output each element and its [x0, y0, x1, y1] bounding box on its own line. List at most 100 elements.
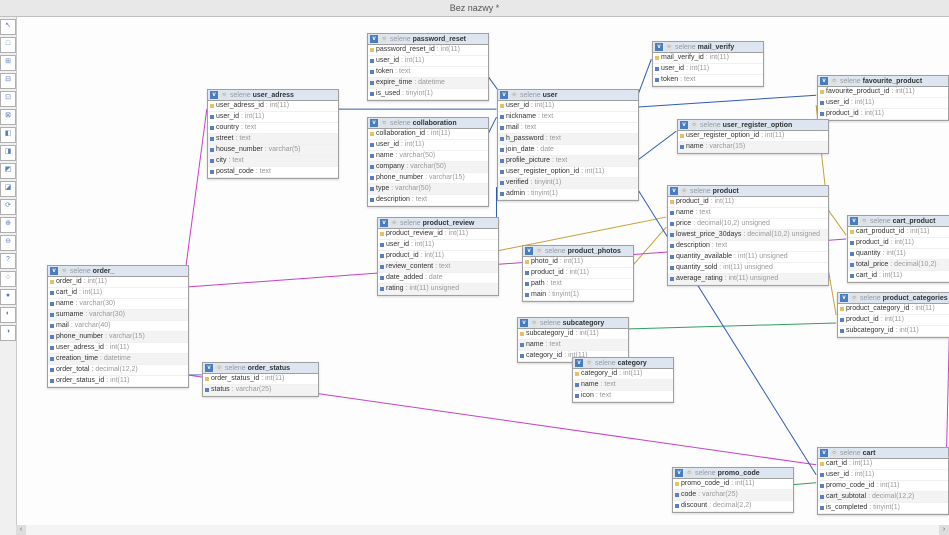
- column-user_id[interactable]: user_id : int(11): [818, 98, 948, 109]
- toolbar-button-10[interactable]: ⟳: [0, 199, 16, 215]
- toolbar-button-2[interactable]: ⊞: [0, 55, 16, 71]
- column-product_id[interactable]: product_id : int(11): [838, 315, 949, 326]
- column-product_id[interactable]: product_id : int(11): [818, 109, 948, 120]
- table-header[interactable]: v○ selene user: [498, 90, 638, 101]
- column-phone_number[interactable]: phone_number : varchar(15): [48, 332, 188, 343]
- column-token[interactable]: token : text: [368, 67, 488, 78]
- column-verified[interactable]: verified : tinyint(1): [498, 178, 638, 189]
- column-profile_picture[interactable]: profile_picture : text: [498, 156, 638, 167]
- column-user_id[interactable]: user_id : int(11): [378, 240, 498, 251]
- option-icon[interactable]: ○: [390, 219, 398, 227]
- toolbar-button-8[interactable]: ◩: [0, 163, 16, 179]
- column-promo_code_id[interactable]: promo_code_id : int(11): [673, 479, 793, 490]
- table-order_status[interactable]: v○ selene order_statusorder_status_id : …: [202, 362, 319, 397]
- column-product_id[interactable]: product_id : int(11): [523, 268, 633, 279]
- table-product_review[interactable]: v○ selene product_reviewproduct_review_i…: [377, 217, 499, 296]
- column-cart_id[interactable]: cart_id : int(11): [48, 288, 188, 299]
- table-header[interactable]: v○ selene promo_code: [673, 468, 793, 479]
- column-user_id[interactable]: user_id : int(11): [368, 140, 488, 151]
- toolbar-button-17[interactable]: ◑: [0, 325, 16, 341]
- column-password_reset_id[interactable]: password_reset_id : int(11): [368, 45, 488, 56]
- table-mail_verify[interactable]: v○ selene mail_verifymail_verify_id : in…: [652, 41, 764, 87]
- column-street[interactable]: street : text: [208, 134, 338, 145]
- table-user_adress[interactable]: v○ selene user_adressuser_adress_id : in…: [207, 89, 339, 179]
- option-icon[interactable]: ○: [860, 217, 868, 225]
- column-review_content[interactable]: review_content : text: [378, 262, 498, 273]
- column-mail[interactable]: mail : varchar(40): [48, 321, 188, 332]
- column-company[interactable]: company : varchar(50): [368, 162, 488, 173]
- column-is_completed[interactable]: is_completed : tinyint(1): [818, 503, 948, 514]
- column-user_register_option_id[interactable]: user_register_option_id : int(11): [498, 167, 638, 178]
- column-price[interactable]: price : decimal(10,2) unsigned: [668, 219, 828, 230]
- column-h_password[interactable]: h_password : text: [498, 134, 638, 145]
- column-promo_code_id[interactable]: promo_code_id : int(11): [818, 481, 948, 492]
- table-header[interactable]: v○ selene collaboration: [368, 118, 488, 129]
- table-order_[interactable]: v○ selene order_order_id : int(11)cart_i…: [47, 265, 189, 388]
- option-icon[interactable]: ○: [510, 91, 518, 99]
- option-icon[interactable]: ○: [680, 187, 688, 195]
- toolbar-button-3[interactable]: ⊟: [0, 73, 16, 89]
- option-icon[interactable]: ○: [60, 267, 68, 275]
- column-expire_time[interactable]: expire_time : datetime: [368, 78, 488, 89]
- toolbar-button-1[interactable]: □: [0, 37, 16, 53]
- column-cart_product_id[interactable]: cart_product_id : int(11): [848, 227, 949, 238]
- column-description[interactable]: description : text: [668, 241, 828, 252]
- column-order_status_id[interactable]: order_status_id : int(11): [203, 374, 318, 385]
- column-subcategory_id[interactable]: subcategory_id : int(11): [838, 326, 949, 337]
- toolbar-button-11[interactable]: ⊕: [0, 217, 16, 233]
- column-user_id[interactable]: user_id : int(11): [368, 56, 488, 67]
- option-icon[interactable]: ○: [685, 469, 693, 477]
- column-product_id[interactable]: product_id : int(11): [848, 238, 949, 249]
- option-icon[interactable]: ○: [850, 294, 858, 302]
- column-quantity_available[interactable]: quantity_available : int(11) unsigned: [668, 252, 828, 263]
- column-name[interactable]: name : text: [668, 208, 828, 219]
- toolbar-button-9[interactable]: ◪: [0, 181, 16, 197]
- column-cart_id[interactable]: cart_id : int(11): [848, 271, 949, 282]
- option-icon[interactable]: ○: [530, 319, 538, 327]
- column-user_id[interactable]: user_id : int(11): [498, 101, 638, 112]
- table-header[interactable]: v○ selene product_categories: [838, 293, 949, 304]
- column-surname[interactable]: surname : varchar(30): [48, 310, 188, 321]
- column-description[interactable]: description : text: [368, 195, 488, 206]
- column-quantity_sold[interactable]: quantity_sold : int(11) unsigned: [668, 263, 828, 274]
- table-header[interactable]: v○ selene order_: [48, 266, 188, 277]
- column-name[interactable]: name : varchar(30): [48, 299, 188, 310]
- table-header[interactable]: v○ selene cart_product: [848, 216, 949, 227]
- column-city[interactable]: city : text: [208, 156, 338, 167]
- horizontal-scrollbar[interactable]: ‹ ›: [16, 525, 949, 535]
- column-total_price[interactable]: total_price : decimal(10,2): [848, 260, 949, 271]
- column-product_review_id[interactable]: product_review_id : int(11): [378, 229, 498, 240]
- column-join_date[interactable]: join_date : date: [498, 145, 638, 156]
- table-header[interactable]: v○ selene subcategory: [518, 318, 628, 329]
- diagram-canvas[interactable]: v○ selene password_resetpassword_reset_i…: [17, 17, 949, 535]
- option-icon[interactable]: ○: [215, 364, 223, 372]
- column-product_category_id[interactable]: product_category_id : int(11): [838, 304, 949, 315]
- scroll-right-arrow[interactable]: ›: [939, 525, 949, 535]
- column-favourite_product_id[interactable]: favourite_product_id : int(11): [818, 87, 948, 98]
- table-header[interactable]: v○ selene user_adress: [208, 90, 338, 101]
- column-discount[interactable]: discount : decimal(2,2): [673, 501, 793, 512]
- column-cart_subtotal[interactable]: cart_subtotal : decimal(12,2): [818, 492, 948, 503]
- scroll-left-arrow[interactable]: ‹: [16, 525, 26, 535]
- toolbar-button-14[interactable]: ○: [0, 271, 16, 287]
- toolbar-button-0[interactable]: ↖: [0, 19, 16, 35]
- option-icon[interactable]: ○: [830, 449, 838, 457]
- column-country[interactable]: country : text: [208, 123, 338, 134]
- column-nickname[interactable]: nickname : text: [498, 112, 638, 123]
- column-category_id[interactable]: category_id : int(11): [573, 369, 673, 380]
- column-product_id[interactable]: product_id : int(11): [378, 251, 498, 262]
- toolbar-button-16[interactable]: ◐: [0, 307, 16, 323]
- column-user_id[interactable]: user_id : int(11): [818, 470, 948, 481]
- column-phone_number[interactable]: phone_number : varchar(15): [368, 173, 488, 184]
- column-name[interactable]: name : text: [573, 380, 673, 391]
- column-user_register_option_id[interactable]: user_register_option_id : int(11): [678, 131, 828, 142]
- toolbar-button-13[interactable]: ?: [0, 253, 16, 269]
- table-password_reset[interactable]: v○ selene password_resetpassword_reset_i…: [367, 33, 489, 101]
- column-average_rating[interactable]: average_rating : int(11) unsigned: [668, 274, 828, 285]
- column-name[interactable]: name : varchar(50): [368, 151, 488, 162]
- column-status[interactable]: status : varchar(25): [203, 385, 318, 396]
- column-admin[interactable]: admin : tinyint(1): [498, 189, 638, 200]
- column-name[interactable]: name : varchar(15): [678, 142, 828, 153]
- table-header[interactable]: v○ selene product: [668, 186, 828, 197]
- column-user_id[interactable]: user_id : int(11): [653, 64, 763, 75]
